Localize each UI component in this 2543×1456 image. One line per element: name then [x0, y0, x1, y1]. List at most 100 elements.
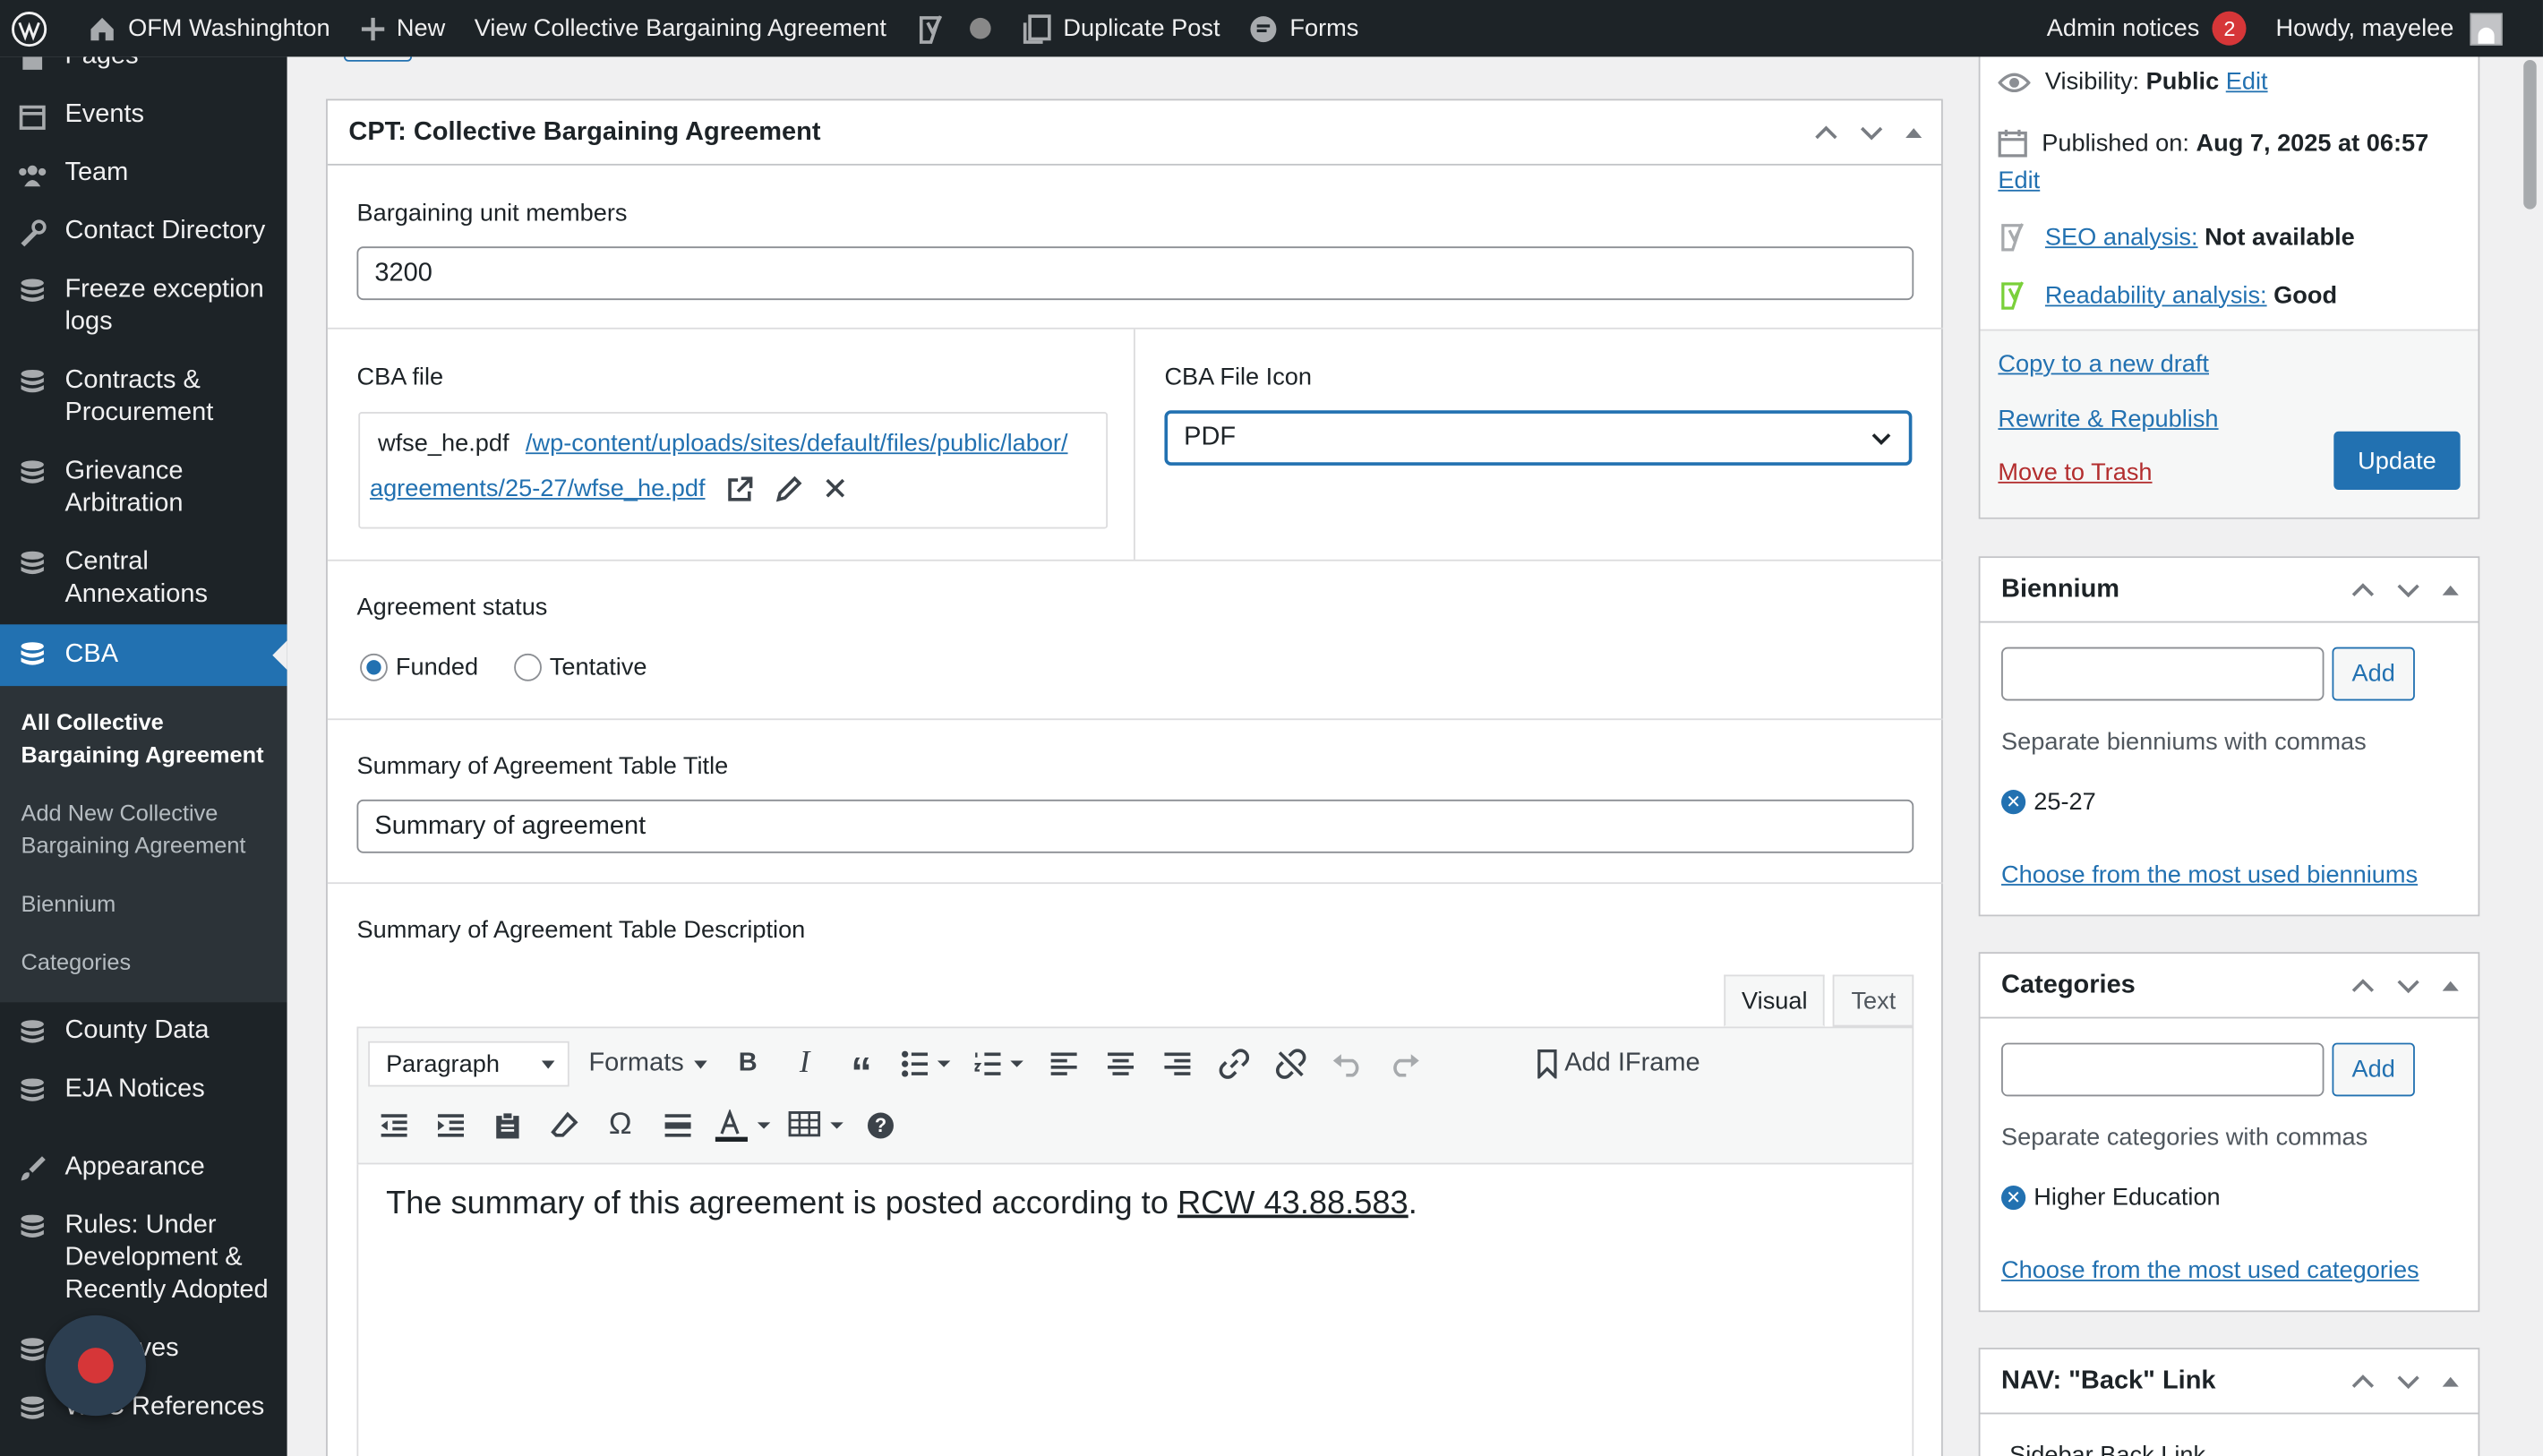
special-character-icon[interactable]: Ω — [592, 1101, 648, 1150]
menu-item-freeze-exception-logs[interactable]: Freeze exception logs — [0, 261, 287, 352]
remove-tag-icon[interactable]: ✕ — [2001, 1185, 2026, 1211]
remove-tag-icon[interactable]: ✕ — [2001, 790, 2026, 815]
insert-link-icon[interactable] — [1206, 1040, 1263, 1088]
categories-input[interactable] — [2001, 1042, 2325, 1097]
wp-logo-icon[interactable] — [0, 0, 73, 56]
numbered-list-icon[interactable] — [963, 1040, 1036, 1088]
menu-item-contracts-procurement[interactable]: Contracts & Procurement — [0, 352, 287, 442]
radio-funded[interactable]: Funded — [360, 653, 478, 681]
chevron-down-icon[interactable] — [2393, 1366, 2423, 1396]
menu-item-contact-directory[interactable]: Contact Directory — [0, 202, 287, 261]
align-left-icon[interactable] — [1036, 1040, 1092, 1088]
view-post-link[interactable]: View Collective Bargaining Agreement — [460, 0, 902, 56]
menu-item-central-annexations[interactable]: Central Annexations — [0, 534, 287, 624]
readability-analysis-link[interactable]: Readability analysis: — [2045, 281, 2267, 309]
remove-x-icon[interactable] — [822, 475, 848, 501]
menu-item-grievance-arbitration[interactable]: Grievance Arbitration — [0, 442, 287, 533]
menu-item-rules[interactable]: Rules: Under Development & Recently Adop… — [0, 1197, 287, 1321]
chevron-up-icon[interactable] — [2349, 1366, 2378, 1396]
copy-draft-link[interactable]: Copy to a new draft — [1998, 350, 2209, 378]
duplicate-post-link[interactable]: Duplicate Post — [1005, 0, 1235, 56]
outdent-icon[interactable] — [365, 1101, 422, 1150]
align-right-icon[interactable] — [1150, 1040, 1206, 1088]
undo-icon[interactable] — [1320, 1040, 1376, 1088]
redo-icon[interactable] — [1376, 1040, 1433, 1088]
move-to-trash-link[interactable]: Move to Trash — [1998, 459, 2152, 487]
chevron-up-icon[interactable] — [2349, 575, 2378, 604]
text-color-icon[interactable] — [706, 1101, 779, 1150]
yoast-menu[interactable] — [901, 0, 1005, 56]
add-biennium-button[interactable]: Add — [2332, 647, 2415, 701]
menu-item-team[interactable]: Team — [0, 144, 287, 202]
submenu-categories[interactable]: Categories — [0, 938, 287, 986]
submenu-all-cba[interactable]: All Collective Bargaining Agreement — [0, 698, 287, 779]
menu-item-county-data[interactable]: County Data — [0, 1002, 287, 1060]
table-title-field: Summary of Agreement Table Title Summary… — [327, 720, 1943, 885]
formats-dropdown[interactable]: Formats — [576, 1049, 720, 1079]
members-input[interactable]: 3200 — [356, 246, 1914, 301]
chevron-up-icon[interactable] — [2349, 971, 2378, 1000]
chevron-down-icon — [1871, 433, 1891, 446]
collapse-toggle-icon[interactable] — [2439, 1370, 2462, 1392]
new-content-link[interactable]: New — [345, 0, 460, 56]
my-account-link[interactable]: Howdy, mayelee — [2261, 0, 2543, 56]
forms-link[interactable]: Forms — [1235, 0, 1374, 56]
add-iframe-button[interactable]: Add IFrame — [1522, 1049, 1713, 1079]
add-category-button[interactable]: Add — [2332, 1042, 2415, 1097]
collapse-toggle-icon[interactable] — [2439, 578, 2462, 601]
remove-link-icon[interactable] — [1263, 1040, 1319, 1088]
admin-notices-link[interactable]: Admin notices 2 — [2032, 0, 2261, 56]
bold-icon[interactable]: B — [720, 1040, 776, 1088]
update-button[interactable]: Update — [2333, 431, 2461, 490]
menu-item-eja-notices[interactable]: EJA Notices — [0, 1061, 287, 1119]
menu-item-events[interactable]: Events — [0, 86, 287, 144]
chevron-down-icon[interactable] — [2393, 971, 2423, 1000]
page-scrollbar[interactable] — [2516, 56, 2543, 1456]
rcw-link[interactable]: RCW 43.88.583 — [1177, 1186, 1408, 1221]
edit-date-link[interactable]: Edit — [1998, 167, 2040, 195]
chevron-up-icon[interactable] — [1811, 117, 1841, 147]
indent-icon[interactable] — [422, 1101, 478, 1150]
bullet-list-icon[interactable] — [890, 1040, 963, 1088]
edit-pencil-icon[interactable] — [774, 475, 803, 505]
blockquote-icon[interactable]: “ — [833, 1040, 889, 1095]
seo-analysis-link[interactable]: SEO analysis: — [2045, 223, 2198, 251]
site-name-link[interactable]: OFM Washinghton — [73, 0, 345, 56]
menu-item-cba[interactable]: CBA — [0, 624, 287, 687]
rewrite-republish-link[interactable]: Rewrite & Republish — [1998, 406, 2218, 433]
menu-item-wac-references[interactable]: WAC References — [0, 1379, 287, 1437]
menu-item-appearance[interactable]: Appearance — [0, 1138, 287, 1196]
horizontal-line-icon[interactable] — [648, 1101, 705, 1150]
table-title-input[interactable]: Summary of agreement — [356, 799, 1914, 853]
scrollbar-thumb[interactable] — [2523, 60, 2537, 210]
choose-categories-link[interactable]: Choose from the most used categories — [2001, 1257, 2419, 1285]
cba-icon-select[interactable]: PDF — [1164, 410, 1913, 466]
choose-bienniums-link[interactable]: Choose from the most used bienniums — [2001, 861, 2418, 889]
database-icon — [16, 458, 48, 490]
radio-tentative[interactable]: Tentative — [513, 653, 647, 681]
submenu-biennium[interactable]: Biennium — [0, 879, 287, 928]
tab-text[interactable]: Text — [1833, 974, 1914, 1027]
chevron-down-icon[interactable] — [1857, 117, 1887, 147]
screen-record-button[interactable] — [45, 1315, 147, 1417]
paste-text-icon[interactable] — [478, 1101, 535, 1150]
biennium-input[interactable] — [2001, 647, 2325, 701]
help-icon[interactable]: ? — [852, 1101, 908, 1150]
menu-label: Rules: Under Development & Recently Adop… — [64, 1211, 269, 1305]
collapse-toggle-icon[interactable] — [2439, 974, 2462, 997]
editor-content-area[interactable]: The summary of this agreement is posted … — [356, 1164, 1914, 1456]
collapse-toggle-icon[interactable] — [1903, 121, 1925, 143]
external-link-icon[interactable] — [725, 475, 755, 505]
table-desc-label: Summary of Agreement Table Description — [356, 916, 806, 945]
align-center-icon[interactable] — [1092, 1040, 1149, 1088]
edit-visibility-link[interactable]: Edit — [2226, 68, 2268, 96]
italic-icon[interactable]: I — [776, 1040, 833, 1088]
chevron-down-icon[interactable] — [2393, 575, 2423, 604]
menu-label: EJA Notices — [64, 1075, 205, 1103]
clear-formatting-icon[interactable] — [535, 1101, 592, 1150]
submenu-add-new-cba[interactable]: Add New Collective Bargaining Agreement — [0, 788, 287, 869]
paragraph-format-select[interactable]: Paragraph — [368, 1041, 569, 1087]
table-icon[interactable] — [778, 1101, 852, 1150]
menu-item-pages[interactable]: Pages — [0, 56, 287, 86]
tab-visual[interactable]: Visual — [1724, 974, 1826, 1027]
